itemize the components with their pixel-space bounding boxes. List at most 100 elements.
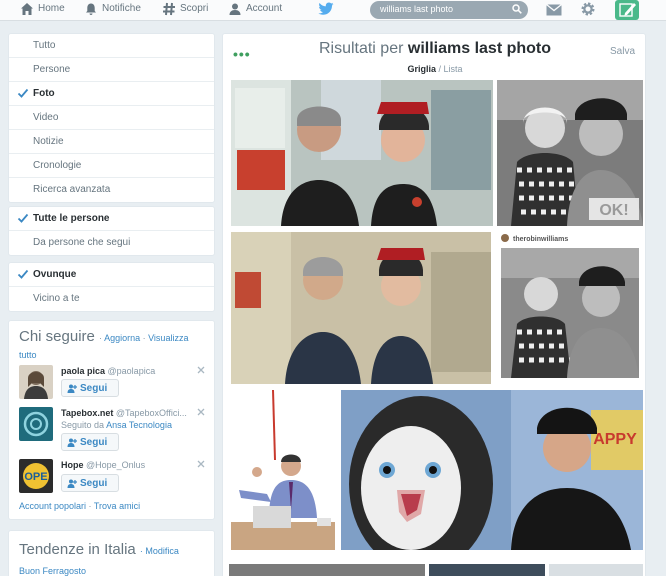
suggestion-name: paola pica — [61, 366, 106, 376]
top-nav-bar: Home Notifiche Scopri Account williams l… — [0, 0, 666, 21]
twitter-bird-icon[interactable] — [318, 2, 334, 16]
suggestion-name-line[interactable]: Hope @Hope_Onlus — [61, 460, 145, 470]
suggestion-handle: @paolapica — [107, 366, 156, 376]
who-to-follow-title: Chi seguire — [19, 328, 95, 345]
type-filter-panel: Tutto Persone Foto Video Notizie Cronolo… — [8, 33, 215, 203]
nav-discover-label: Scopri — [180, 3, 209, 14]
filter-news-label: Notizie — [33, 136, 64, 147]
checkmark-icon — [17, 269, 29, 279]
home-icon — [21, 3, 33, 15]
suggestion-handle: @TapeboxOffici... — [115, 408, 187, 418]
filter-everywhere[interactable]: Ovunque — [9, 263, 214, 287]
result-photo[interactable]: APPY — [341, 390, 643, 550]
place-filter-panel: Ovunque Vicino a te — [8, 262, 215, 312]
nav-home[interactable]: Home — [20, 2, 65, 16]
nav-home-label: Home — [38, 3, 65, 14]
follow-button[interactable]: Segui — [61, 379, 119, 397]
compose-pencil-icon — [619, 3, 636, 17]
messages-envelope-icon[interactable] — [546, 4, 562, 16]
filter-all-label: Tutto — [33, 40, 56, 51]
dismiss-icon[interactable] — [197, 460, 205, 468]
view-toggle: Griglia / Lista — [407, 64, 463, 74]
follow-button[interactable]: Segui — [61, 474, 119, 492]
trends-change-link[interactable]: Modifica — [145, 546, 179, 556]
filter-photos-label: Foto — [33, 88, 55, 99]
who-to-follow-header: Chi seguire · Aggiorna · Visualizza tutt… — [19, 328, 189, 361]
search-input[interactable]: williams last photo — [370, 1, 528, 19]
trends-header: Tendenze in Italia · Modifica — [19, 541, 179, 558]
nav-account[interactable]: Account — [228, 2, 282, 16]
view-grid-toggle[interactable]: Griglia — [407, 64, 436, 74]
filter-all[interactable]: Tutto — [9, 34, 214, 58]
photo-image: therobinwilliams — [497, 232, 643, 384]
nav-discover[interactable]: Scopri — [162, 2, 208, 16]
results-query: williams last photo — [407, 40, 552, 57]
avatar[interactable] — [19, 407, 53, 441]
filter-timelines[interactable]: Cronologie — [9, 154, 214, 178]
dismiss-icon[interactable] — [197, 366, 205, 374]
dismiss-icon[interactable] — [197, 408, 205, 416]
photo-image — [231, 80, 493, 226]
suggestion-name: Tapebox.net — [61, 408, 114, 418]
bell-icon — [86, 3, 96, 15]
follow-person-icon — [67, 438, 77, 447]
suggestion-name: Hope — [61, 460, 84, 470]
follow-button-label: Segui — [80, 437, 108, 448]
photo-image — [229, 390, 337, 550]
filter-news[interactable]: Notizie — [9, 130, 214, 154]
gear-icon[interactable] — [580, 1, 596, 17]
filter-all-people-label: Tutte le persone — [33, 213, 110, 224]
refresh-link[interactable]: Aggiorna — [104, 333, 140, 343]
filter-people[interactable]: Persone — [9, 58, 214, 82]
result-photo[interactable] — [231, 80, 493, 226]
result-photo[interactable]: OK! — [497, 80, 643, 226]
filter-people-label: Persone — [33, 64, 71, 75]
photo-image — [231, 232, 491, 384]
filter-photos[interactable]: Foto — [9, 82, 214, 106]
filter-advanced-search-label: Ricerca avanzata — [33, 184, 111, 195]
compose-tweet-button[interactable] — [615, 0, 639, 20]
trend-item[interactable]: Buon Ferragosto — [19, 566, 204, 576]
follow-button-label: Segui — [80, 478, 108, 489]
result-photo[interactable] — [549, 564, 643, 576]
avatar[interactable]: OPE — [19, 459, 53, 493]
filter-people-you-follow[interactable]: Da persone che segui — [9, 231, 214, 255]
save-search-button[interactable]: Salva — [610, 46, 635, 57]
result-photo[interactable] — [231, 232, 491, 384]
filter-people-you-follow-label: Da persone che segui — [33, 237, 131, 248]
result-photo[interactable]: therobinwilliams — [497, 232, 643, 384]
filter-near-you-label: Vicino a te — [33, 293, 80, 304]
result-photo[interactable] — [429, 564, 545, 576]
photo-caption-label: therobinwilliams — [513, 236, 568, 243]
follow-person-icon — [67, 479, 77, 488]
filter-advanced-search[interactable]: Ricerca avanzata — [9, 178, 214, 202]
photo-image: APPY — [341, 390, 643, 550]
search-results-panel: ••• Risultati per williams last photo Gr… — [222, 33, 646, 576]
nav-notifications-label: Notifiche — [102, 3, 141, 14]
search-icon[interactable] — [512, 4, 522, 14]
view-list-toggle[interactable]: Lista — [444, 64, 463, 74]
result-photo[interactable] — [229, 390, 337, 550]
trends-title: Tendenze in Italia — [19, 541, 136, 558]
suggestion-item: paola pica @paolapica Segui — [19, 365, 205, 405]
filter-videos[interactable]: Video — [9, 106, 214, 130]
results-title: Risultati per williams last photo — [223, 40, 647, 58]
hashtag-icon — [163, 2, 175, 16]
followed-by-link[interactable]: Ansa Tecnologia — [106, 420, 172, 430]
result-photo[interactable] — [229, 564, 425, 576]
filter-everywhere-label: Ovunque — [33, 269, 77, 280]
photo-image: OK! — [497, 80, 643, 226]
follow-button[interactable]: Segui — [61, 433, 119, 451]
find-friends-link[interactable]: Trova amici — [94, 501, 140, 511]
who-to-follow-footer: Account popolari · Trova amici — [19, 501, 141, 511]
filter-videos-label: Video — [33, 112, 59, 123]
suggestion-followed-by: Seguito da Ansa Tecnologia — [61, 420, 172, 430]
suggestion-name-line[interactable]: paola pica @paolapica — [61, 366, 155, 376]
avatar[interactable] — [19, 365, 53, 399]
popular-accounts-link[interactable]: Account popolari — [19, 501, 86, 511]
nav-notifications[interactable]: Notifiche — [84, 2, 141, 16]
filter-timelines-label: Cronologie — [33, 160, 82, 171]
suggestion-name-line[interactable]: Tapebox.net @TapeboxOffici... — [61, 408, 187, 418]
filter-all-people[interactable]: Tutte le persone — [9, 207, 214, 231]
filter-near-you[interactable]: Vicino a te — [9, 287, 214, 311]
